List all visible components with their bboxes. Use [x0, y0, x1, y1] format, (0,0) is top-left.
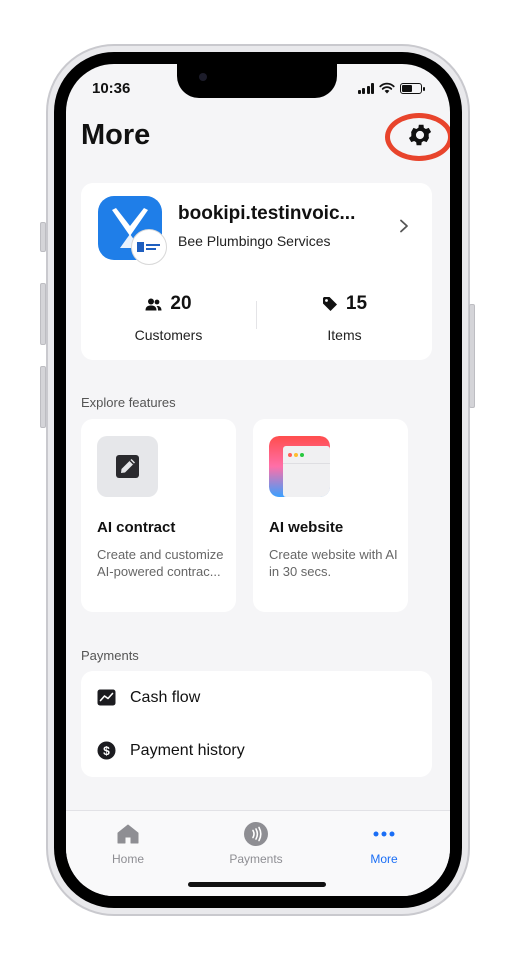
items-label: Items — [327, 327, 362, 343]
wifi-icon — [379, 82, 395, 94]
home-indicator — [188, 882, 326, 887]
tab-label: Payments — [229, 852, 283, 866]
home-icon — [117, 824, 139, 844]
business-profile-card[interactable]: bookipi.testinvoic... Bee Plumbingo Serv… — [81, 183, 432, 360]
status-time: 10:36 — [92, 80, 131, 97]
menu-item-label: Payment history — [130, 741, 245, 759]
business-name: bookipi.testinvoic... — [178, 203, 356, 224]
feature-title: AI website — [269, 519, 344, 536]
feature-card-ai-contract[interactable]: AI contract Create and customize AI-powe… — [81, 419, 236, 612]
explore-section-label: Explore features — [81, 395, 176, 410]
page-title: More — [81, 119, 151, 151]
feature-description: Create and customize AI-powered contrac.… — [97, 547, 224, 579]
business-badge-icon — [131, 229, 167, 265]
signal-icon — [357, 82, 374, 94]
contactless-icon — [244, 822, 268, 846]
dollar-circle-icon: $ — [97, 741, 116, 760]
svg-text:$: $ — [103, 744, 110, 758]
contract-edit-icon — [97, 436, 158, 497]
payments-card: Cash flow $ Payment history — [81, 671, 432, 777]
chevron-right-icon[interactable] — [399, 219, 409, 233]
customers-count: 20 — [170, 293, 192, 314]
menu-item-cash-flow[interactable]: Cash flow — [97, 688, 200, 707]
customers-label: Customers — [134, 327, 203, 343]
app-screen: 10:36 More bookipi.testinvoic... Bee Plu… — [66, 64, 450, 896]
tag-icon — [322, 297, 337, 311]
highlight-circle-annotation — [385, 113, 450, 161]
tab-label: More — [370, 852, 398, 866]
chart-line-icon — [97, 689, 116, 706]
side-button-mute — [40, 222, 46, 252]
menu-item-label: Cash flow — [130, 688, 201, 706]
side-button-volume-up — [40, 283, 46, 345]
tab-payments[interactable]: Payments — [211, 821, 301, 866]
feature-description: Create website with AI in 30 secs. — [269, 547, 398, 579]
tab-home[interactable]: Home — [83, 821, 173, 866]
more-dots-icon — [373, 831, 395, 837]
items-count: 15 — [345, 293, 368, 314]
side-button-power — [469, 304, 475, 408]
feature-title: AI contract — [97, 519, 176, 536]
side-button-volume-down — [40, 366, 46, 428]
stat-customers[interactable]: 20 Customers — [81, 293, 256, 343]
notch — [177, 64, 337, 98]
stat-items[interactable]: 15 Items — [257, 293, 432, 343]
users-icon — [145, 298, 162, 310]
tab-label: Home — [111, 852, 144, 866]
website-window-icon — [269, 436, 330, 497]
status-icons — [357, 82, 425, 94]
battery-icon — [400, 82, 425, 94]
camera — [199, 73, 207, 81]
payments-section-label: Payments — [81, 648, 139, 663]
feature-card-ai-website[interactable]: AI website Create website with AI in 30 … — [253, 419, 408, 612]
menu-item-payment-history[interactable]: $ Payment history — [97, 741, 245, 760]
business-subtitle: Bee Plumbingo Services — [178, 233, 331, 249]
tab-more[interactable]: More — [339, 821, 429, 866]
